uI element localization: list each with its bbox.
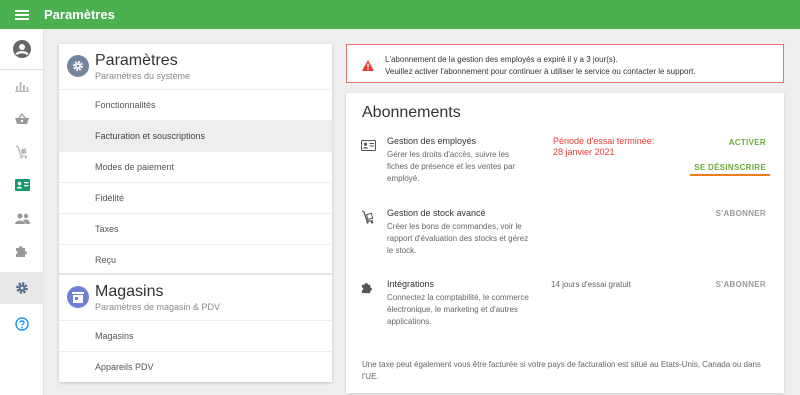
puzzle-icon bbox=[361, 281, 374, 299]
subscription-name: Gestion des employés bbox=[387, 136, 477, 146]
gear-icon bbox=[67, 55, 89, 77]
settings-menu-card: Paramètres Paramètres du système Fonctio… bbox=[59, 44, 332, 382]
id-card-icon[interactable] bbox=[0, 169, 44, 201]
subscriptions-card: Abonnements Gestion des employés Gérer l… bbox=[346, 93, 784, 393]
menu-item-facturation[interactable]: Facturation et souscriptions bbox=[59, 121, 332, 152]
stores-section-header: Magasins Paramètres de magasin & PDV bbox=[59, 275, 332, 321]
help-icon[interactable] bbox=[0, 308, 44, 340]
store-icon bbox=[67, 286, 89, 308]
trial-offer-status: 14 jours d'essai gratuit bbox=[551, 280, 631, 289]
subscription-description: Gérer les droits d'accès, suivre les fic… bbox=[387, 150, 516, 183]
stores-section-title: Magasins bbox=[95, 283, 164, 300]
settings-section-header: Paramètres Paramètres du système bbox=[59, 44, 332, 90]
trial-expired-status: Période d'essai terminée: 28 janvier 202… bbox=[553, 136, 673, 158]
navigation-rail bbox=[0, 29, 44, 395]
cart-icon[interactable] bbox=[0, 136, 44, 168]
menu-item-taxes[interactable]: Taxes bbox=[59, 214, 332, 245]
bar-chart-icon[interactable] bbox=[0, 70, 44, 102]
hamburger-icon[interactable] bbox=[0, 0, 44, 29]
subscription-description: Créer les bons de commandes, voir le rap… bbox=[387, 222, 529, 255]
cart-icon bbox=[361, 210, 375, 229]
subscription-description: Connectez la comptabilité, le commerce é… bbox=[387, 293, 529, 326]
menu-item-recu[interactable]: Reçu bbox=[59, 244, 332, 275]
tax-footnote: Une taxe peut également vous être factur… bbox=[362, 360, 761, 381]
menu-item-fidelite[interactable]: Fidélité bbox=[59, 183, 332, 214]
stores-section-subtitle: Paramètres de magasin & PDV bbox=[95, 302, 221, 312]
basket-icon[interactable] bbox=[0, 103, 44, 135]
gear-icon[interactable] bbox=[0, 272, 44, 304]
activate-button[interactable]: ACTIVER bbox=[729, 138, 766, 147]
subscribe-button[interactable]: S'ABONNER bbox=[716, 280, 766, 289]
subscription-name: Intégrations bbox=[387, 279, 435, 289]
id-card-icon bbox=[361, 138, 376, 156]
people-icon[interactable] bbox=[0, 202, 44, 234]
unsubscribe-button[interactable]: SE DÉSINSCRIRE bbox=[690, 163, 770, 176]
expiration-alert: L'abonnement de la gestion des employés … bbox=[346, 44, 784, 83]
subscriptions-title: Abonnements bbox=[362, 104, 461, 121]
status-line-1: Période d'essai terminée: bbox=[553, 136, 655, 146]
alert-line-2: Veuillez activer l'abonnement pour conti… bbox=[385, 67, 696, 76]
menu-item-modes-paiement[interactable]: Modes de paiement bbox=[59, 152, 332, 183]
status-line-2: 28 janvier 2021 bbox=[553, 147, 615, 157]
page-title: Paramètres bbox=[44, 7, 115, 22]
settings-section-title: Paramètres bbox=[95, 52, 178, 69]
menu-item-fonctionnalites[interactable]: Fonctionnalités bbox=[59, 90, 332, 121]
subscription-name: Gestion de stock avancé bbox=[387, 208, 486, 218]
alert-message: L'abonnement de la gestion des employés … bbox=[385, 54, 696, 78]
top-app-bar: Paramètres bbox=[0, 0, 800, 29]
menu-item-magasins[interactable]: Magasins bbox=[59, 321, 332, 352]
subscribe-button[interactable]: S'ABONNER bbox=[716, 209, 766, 218]
alert-line-1: L'abonnement de la gestion des employés … bbox=[385, 55, 618, 64]
warning-icon bbox=[362, 58, 374, 76]
puzzle-icon[interactable] bbox=[0, 235, 44, 267]
settings-section-subtitle: Paramètres du système bbox=[95, 71, 191, 81]
menu-item-appareils-pdv[interactable]: Appareils PDV bbox=[59, 351, 332, 382]
account-icon[interactable] bbox=[0, 33, 44, 65]
